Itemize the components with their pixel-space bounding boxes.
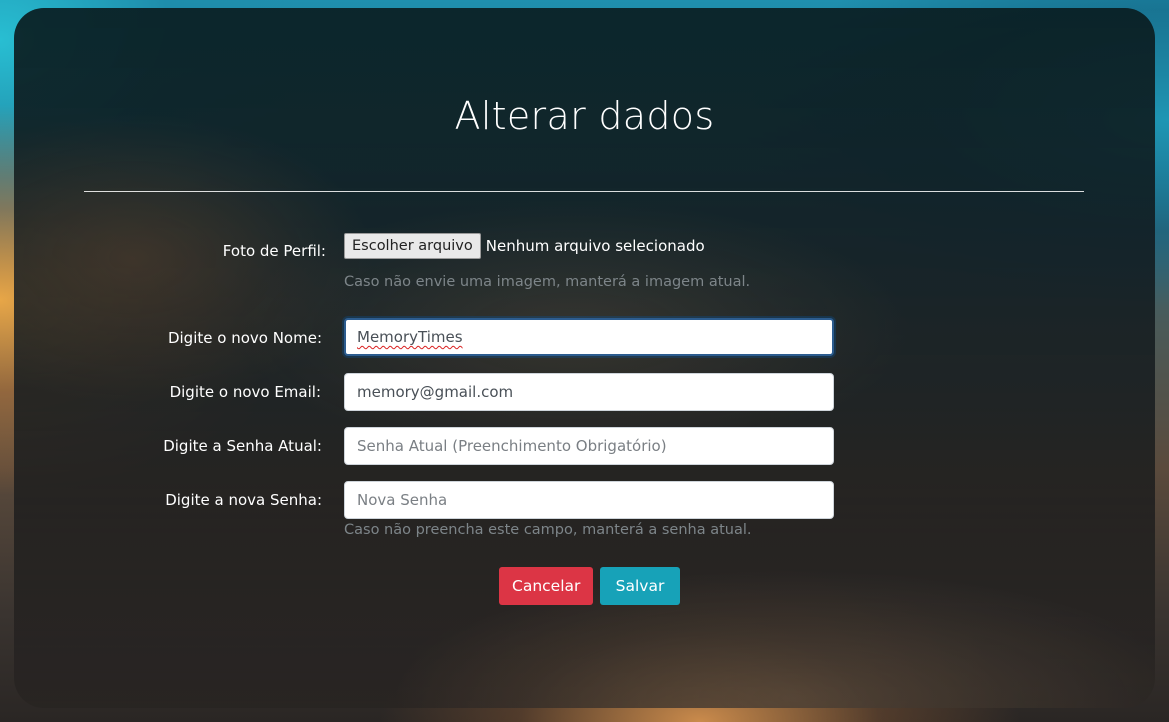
save-button[interactable]: Salvar (600, 567, 680, 605)
new-password-label: Digite a nova Senha: (165, 491, 322, 509)
name-label: Digite o novo Nome: (167, 329, 322, 347)
new-password-help-text: Caso não preencha este campo, manterá a … (344, 522, 752, 538)
new-password-input[interactable] (344, 481, 834, 519)
photo-help-text: Caso não envie uma imagem, manterá a ima… (344, 274, 751, 290)
name-input[interactable]: MemoryTimes (344, 318, 834, 356)
current-password-label: Digite a Senha Atual: (163, 437, 322, 455)
photo-file-input[interactable]: Escolher arquivo Nenhum arquivo selecion… (344, 233, 705, 259)
cancel-button[interactable]: Cancelar (499, 567, 594, 605)
file-status-text: Nenhum arquivo selecionado (485, 237, 705, 255)
photo-label: Foto de Perfil: (222, 242, 326, 260)
current-password-input[interactable] (344, 427, 834, 465)
email-input[interactable] (344, 373, 834, 411)
choose-file-button[interactable]: Escolher arquivo (344, 233, 481, 259)
name-input-value: MemoryTimes (357, 328, 463, 346)
edit-profile-panel: Alterar dados Foto de Perfil: Escolher a… (14, 8, 1155, 708)
email-label: Digite o novo Email: (169, 383, 321, 401)
title-divider (84, 191, 1084, 192)
page-title: Alterar dados (454, 94, 715, 138)
